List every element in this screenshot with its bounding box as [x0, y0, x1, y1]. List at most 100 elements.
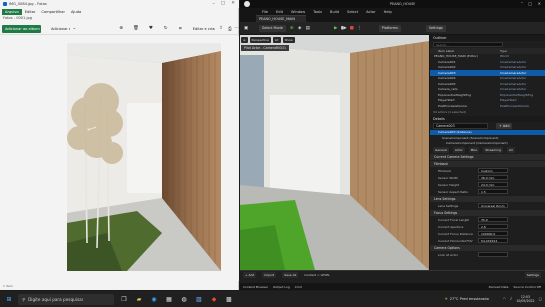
outliner-row[interactable]: PlayerStart PlayerStart	[430, 98, 545, 104]
source-control-label[interactable]: Source Control Off	[514, 285, 541, 289]
level-tab[interactable]: PEANO_HOUSE_MAIN	[256, 15, 306, 22]
component-row[interactable]: SceneComponent (SceneComponent)	[430, 135, 545, 141]
ue-menu-help[interactable]: Help	[380, 10, 396, 14]
property-value-field[interactable]: 54.432224	[478, 238, 508, 243]
share-icon[interactable]: ⇪	[219, 26, 224, 31]
weather-text[interactable]: 27°C Pred ensolarado	[450, 297, 489, 301]
edge-icon[interactable]: ◉	[149, 294, 159, 304]
outliner-row[interactable]: ExponentialHeightFog ExponentialHeightFog	[430, 92, 545, 98]
details-object-name[interactable]: Camera003	[433, 122, 488, 129]
lit-button[interactable]: Lit	[272, 37, 281, 43]
unreal-taskbar-icon[interactable]: ◍	[179, 294, 189, 304]
ue-menu-edit[interactable]: Edit	[272, 10, 287, 14]
derived-data-label[interactable]: Derived Data	[489, 285, 509, 289]
outliner-row[interactable]: PostProcessVolume PostProcessVolume	[430, 103, 545, 109]
zoom-icon[interactable]: ⊕	[119, 26, 124, 31]
notifications-icon[interactable]: ▢	[539, 297, 542, 301]
outliner-row[interactable]: Camera_rails CineCameraActor	[430, 87, 545, 93]
task-view-icon[interactable]: ❐	[119, 294, 129, 304]
ue-menu-select[interactable]: Select	[343, 10, 362, 14]
store-icon[interactable]: ▦	[164, 294, 174, 304]
photos-taskbar-icon[interactable]: ▨	[194, 294, 204, 304]
stop-icon[interactable]: ■	[349, 25, 355, 31]
menu-file[interactable]: Arquivo	[2, 8, 22, 15]
close-icon[interactable]: ✕	[231, 1, 235, 6]
maximize-icon[interactable]: □	[221, 1, 225, 6]
create-icon[interactable]: ⊕	[289, 25, 295, 31]
taskbar-search-input[interactable]: ⚲ Digite aqui para pesquisar	[18, 293, 114, 305]
show-button[interactable]: Show	[282, 37, 295, 43]
step-icon[interactable]: ▮▶	[341, 25, 347, 31]
file-explorer-icon[interactable]: ▰	[134, 294, 144, 304]
output-log-tab[interactable]: Output Log	[273, 285, 290, 289]
cb-import-button[interactable]: Import	[262, 271, 277, 278]
minimize-icon[interactable]: –	[213, 1, 216, 7]
menu-share[interactable]: Compartilhar	[38, 10, 68, 14]
filter-tab-all[interactable]: All	[506, 146, 515, 153]
ue-menu-build[interactable]: Build	[326, 10, 343, 14]
delete-icon[interactable]: 🗑	[133, 26, 139, 31]
crop-icon[interactable]: ⌗	[178, 26, 183, 32]
outliner-row[interactable]: Camera002 CineCameraActor	[430, 65, 545, 71]
add-component-button[interactable]: + Add	[496, 122, 513, 129]
cinematics-icon[interactable]: ▤	[305, 25, 311, 31]
pilot-actor-label[interactable]: Pilot Actor - CameraRIGO1	[241, 45, 290, 51]
blueprint-icon[interactable]: ◈	[297, 25, 303, 31]
chevron-down-icon[interactable]: ⌄	[72, 26, 77, 31]
menu-edit[interactable]: Editar	[22, 10, 39, 14]
viewport-options-button[interactable]: ≡	[241, 37, 248, 43]
property-value-field[interactable]: 36.0 mm	[478, 175, 508, 180]
property-value-field[interactable]: 24.0 mm	[478, 182, 508, 187]
add-to-button[interactable]: Adicionar a	[51, 27, 70, 31]
col-type[interactable]: Type	[500, 49, 535, 53]
property-value-field[interactable]: Universal Zoom	[478, 203, 508, 208]
ue-menu-actor[interactable]: Actor	[362, 10, 379, 14]
outliner-row[interactable]: Camera003 CineCameraActor	[430, 70, 545, 76]
settings-button[interactable]: Settings	[425, 24, 446, 32]
ue-menu-window[interactable]: Window	[287, 10, 309, 14]
outliner-search-input[interactable]: Search...	[433, 42, 503, 47]
cb-settings-button[interactable]: Settings	[524, 271, 541, 278]
play-icon[interactable]: ▶	[333, 25, 339, 31]
platforms-button[interactable]: Platforms	[378, 24, 401, 32]
outliner-row[interactable]: Camera004 CineCameraActor	[430, 76, 545, 82]
perspective-button[interactable]: Perspective	[249, 37, 271, 43]
network-icon[interactable]: ◠	[503, 297, 506, 301]
start-icon[interactable]: ⊞	[4, 294, 14, 304]
ue-maximize-icon[interactable]: □	[528, 1, 532, 6]
volume-icon[interactable]: ♪	[510, 297, 512, 301]
select-mode-button[interactable]: Select Mode	[259, 24, 286, 32]
favorite-icon[interactable]: ♥	[149, 26, 154, 31]
filter-tab-actor[interactable]: Actor	[452, 146, 465, 153]
ue-minimize-icon[interactable]: –	[521, 1, 523, 6]
clock[interactable]: 12:03 10/05/2022	[516, 295, 534, 303]
ue-menu-file[interactable]: File	[258, 10, 272, 14]
component-row[interactable]: CameraComponent (CameraComponent)	[430, 141, 545, 147]
app-taskbar-icon[interactable]: ◆	[209, 294, 219, 304]
level-viewport[interactable]	[240, 35, 429, 270]
content-browser-tab[interactable]: Content Browser	[243, 285, 268, 289]
ue-menu-tools[interactable]: Tools	[309, 10, 326, 14]
property-value-field[interactable]	[478, 252, 508, 257]
property-value-field[interactable]: 100000.0	[478, 231, 508, 236]
details-section-header[interactable]: Current Camera Settings	[430, 154, 545, 160]
edit-create-button[interactable]: Editar e criar	[193, 27, 215, 31]
print-icon[interactable]: ⎙	[228, 26, 233, 32]
cb-add-button[interactable]: + Add	[243, 271, 257, 278]
rotate-icon[interactable]: ↻	[163, 26, 168, 31]
property-value-field[interactable]: 1.5	[478, 189, 508, 194]
add-to-album-button[interactable]: Adicionar ao album	[2, 24, 41, 33]
col-item-label[interactable]: Item Label	[430, 49, 500, 53]
filter-tab-general[interactable]: General	[433, 146, 449, 153]
save-icon[interactable]: ▣	[243, 25, 249, 31]
more-icon[interactable]: ⋯	[234, 26, 239, 31]
weather-icon[interactable]: ☀	[444, 297, 447, 301]
play-options-icon[interactable]: ⋮	[357, 25, 363, 31]
menu-help[interactable]: Ajuda	[68, 10, 84, 14]
cb-path[interactable]: Content > LEVEL	[304, 273, 330, 277]
cmd-tab[interactable]: Cmd	[295, 285, 302, 289]
outliner-row[interactable]: PEANO_HOUSE_MAIN (Editor) World	[430, 54, 545, 60]
property-value-field[interactable]: 35.0	[478, 217, 508, 222]
ue-close-icon[interactable]: ✕	[538, 1, 541, 6]
filter-tab-misc[interactable]: Misc	[468, 146, 480, 153]
